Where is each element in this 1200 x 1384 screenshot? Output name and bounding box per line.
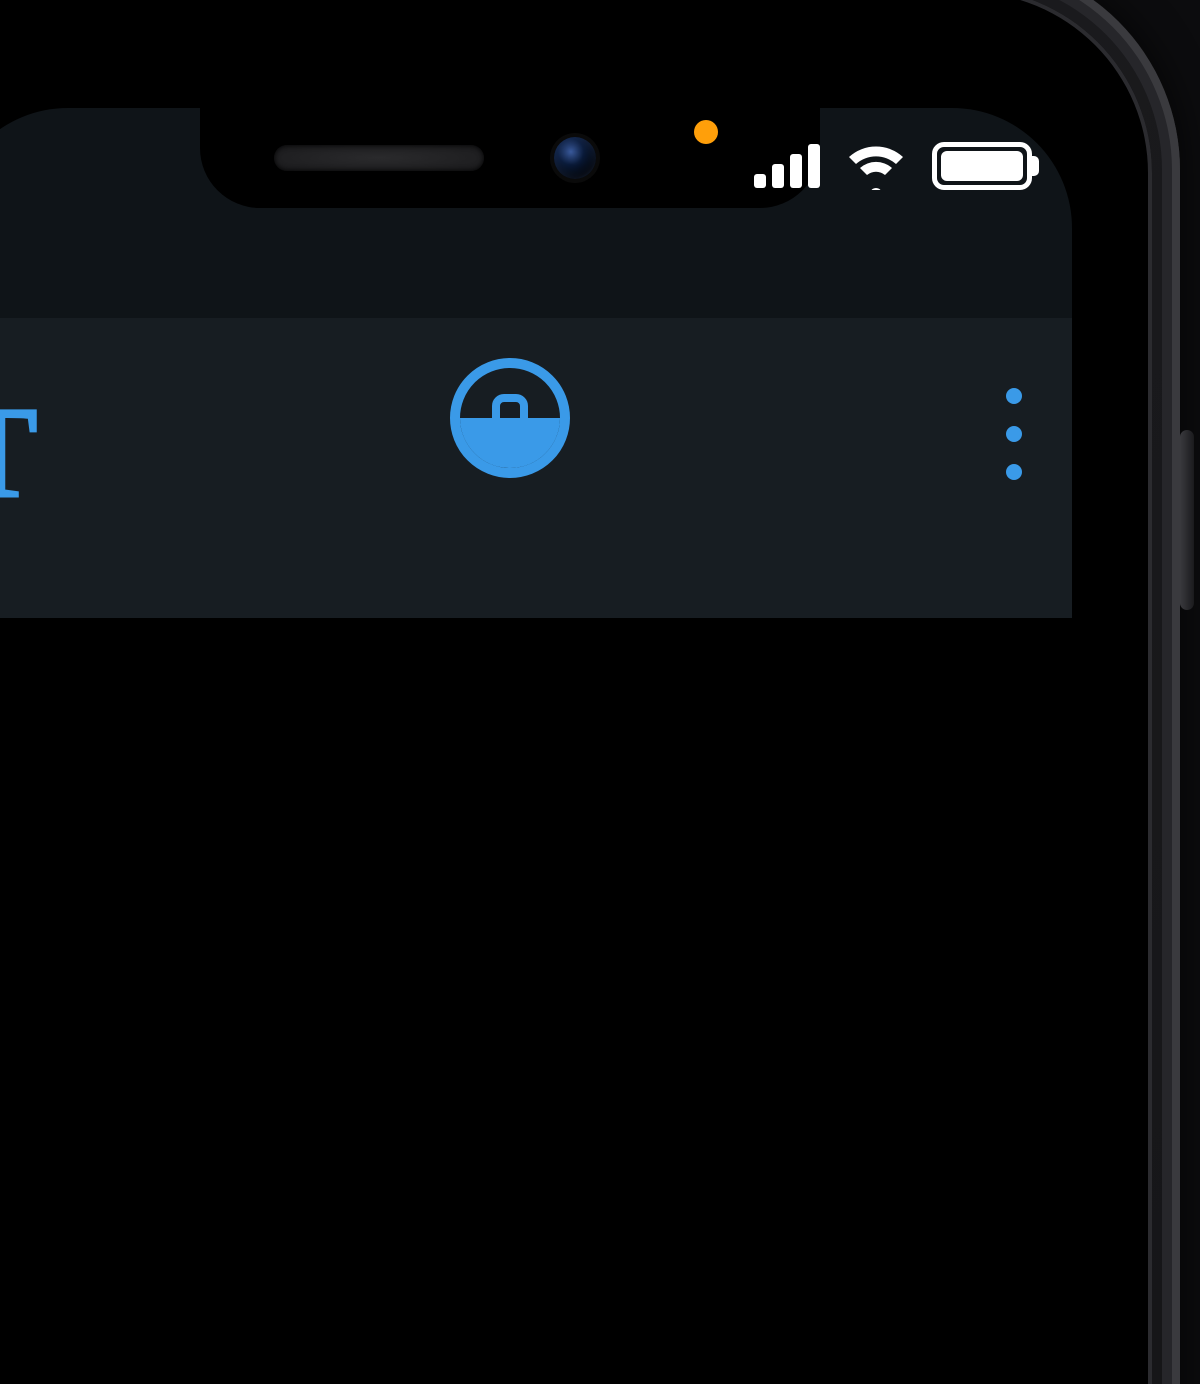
app-header: T 00:22 [0, 318, 1072, 618]
microphone-privacy-dot-icon [694, 120, 718, 144]
phone-frame: T 00:22 [0, 0, 1180, 1384]
notch [200, 108, 820, 208]
side-button[interactable] [1180, 430, 1194, 610]
earpiece-speaker [274, 145, 484, 171]
screen: T 00:22 [0, 108, 1072, 1384]
record-stop-button[interactable] [450, 358, 570, 478]
contact-avatar[interactable]: T [0, 378, 37, 528]
battery-icon [932, 142, 1032, 190]
stop-icon [492, 394, 528, 430]
cellular-signal-icon [754, 144, 820, 188]
status-bar-right [754, 126, 1032, 206]
more-vertical-icon [1006, 426, 1022, 442]
more-options-button[interactable] [1006, 388, 1022, 480]
front-camera [554, 137, 596, 179]
more-vertical-icon [1006, 388, 1022, 404]
more-vertical-icon [1006, 464, 1022, 480]
phone-bezel: T 00:22 [0, 0, 1152, 1384]
content-area [0, 618, 1072, 1384]
wifi-icon [846, 142, 906, 190]
recording-control-wrap [410, 358, 610, 478]
